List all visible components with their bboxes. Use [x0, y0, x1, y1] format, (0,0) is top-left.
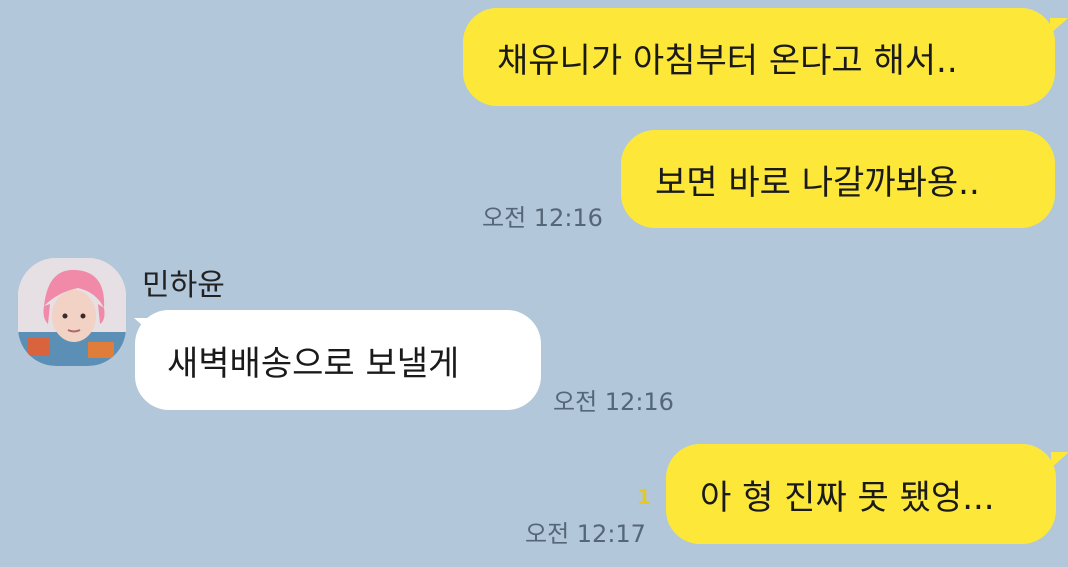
message-bubble-received[interactable]: 새벽배송으로 보낼게: [135, 310, 541, 410]
message-timestamp: 오전 12:17: [525, 520, 646, 548]
profile-photo-icon: [18, 258, 126, 366]
message-timestamp: 오전 12:16: [553, 388, 674, 416]
bubble-tail: [1050, 18, 1068, 34]
message-text: 채유니가 아침부터 온다고 해서..: [497, 40, 958, 81]
message-bubble-sent[interactable]: 보면 바로 나갈까봐용..: [621, 130, 1055, 228]
message-text: 아 형 진짜 못 됐엉...: [700, 477, 995, 518]
message-bubble-sent[interactable]: 아 형 진짜 못 됐엉...: [666, 444, 1056, 544]
message-text: 새벽배송으로 보낼게: [167, 343, 460, 384]
avatar[interactable]: [18, 258, 126, 366]
bubble-tail: [1051, 452, 1068, 468]
bubble-tail: [134, 318, 152, 334]
sender-name: 민하윤: [142, 268, 225, 303]
message-timestamp: 오전 12:16: [482, 204, 603, 232]
message-bubble-sent[interactable]: 채유니가 아침부터 온다고 해서..: [463, 8, 1055, 106]
unread-count: 1: [637, 485, 651, 509]
message-text: 보면 바로 나갈까봐용..: [655, 162, 980, 203]
